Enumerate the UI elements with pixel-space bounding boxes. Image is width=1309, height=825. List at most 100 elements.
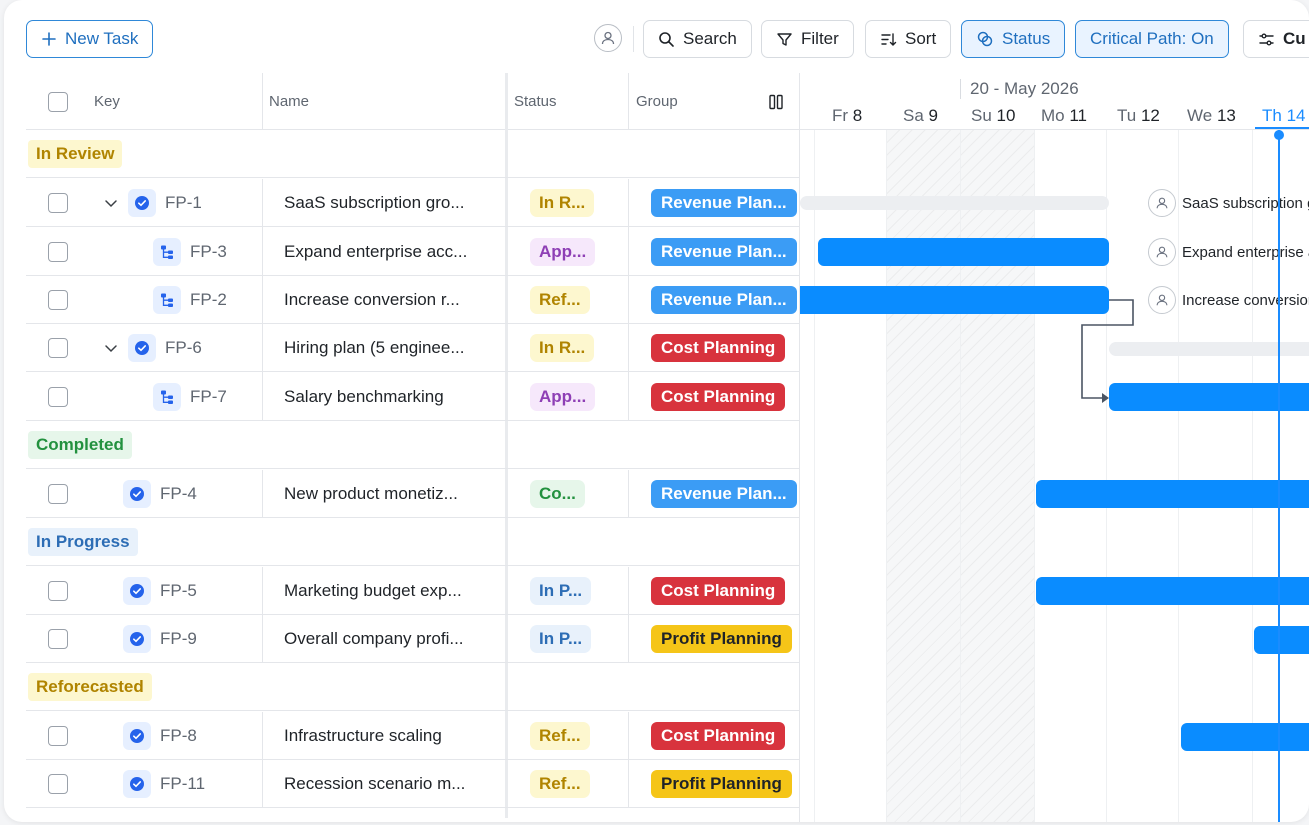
row-checkbox[interactable] — [48, 338, 68, 358]
group-badge[interactable]: Cost Planning — [651, 383, 786, 411]
column-header-group[interactable]: Group — [636, 73, 678, 130]
task-name[interactable]: Salary benchmarking — [284, 373, 444, 421]
task-key[interactable]: FP-1 — [165, 179, 202, 227]
status-toggle-label: Status — [1002, 29, 1051, 48]
row-checkbox[interactable] — [48, 242, 68, 262]
table-row[interactable]: FP-7 Salary benchmarking App... Cost Pla… — [26, 373, 799, 421]
group-badge[interactable]: Cost Planning — [651, 334, 786, 362]
new-task-button[interactable]: New Task — [26, 20, 154, 58]
table-row[interactable]: FP-4 New product monetiz... Co... Revenu… — [26, 470, 799, 518]
table-row[interactable]: FP-6 Hiring plan (5 enginee... In R... C… — [26, 324, 799, 372]
task-name[interactable]: Hiring plan (5 enginee... — [284, 324, 465, 372]
assignee-filter-avatar[interactable] — [594, 24, 622, 52]
task-key[interactable]: FP-11 — [160, 760, 205, 808]
group-cell: Cost Planning — [651, 567, 786, 615]
column-toggle-icon[interactable] — [769, 73, 783, 130]
group-cell: Profit Planning — [651, 760, 792, 808]
task-type-cell — [128, 179, 156, 227]
row-checkbox[interactable] — [48, 387, 68, 407]
task-key[interactable]: FP-3 — [190, 228, 227, 276]
status-badge[interactable]: App... — [530, 238, 596, 266]
search-button[interactable]: Search — [643, 20, 752, 58]
status-badge[interactable]: App... — [530, 383, 596, 411]
gantt-bar-fp-8[interactable] — [1181, 723, 1309, 751]
task-key[interactable]: FP-2 — [190, 276, 227, 324]
task-name[interactable]: Infrastructure scaling — [284, 712, 442, 760]
filter-button[interactable]: Filter — [761, 20, 854, 58]
dependency-arrow[interactable] — [800, 73, 1309, 822]
check-circle-icon — [123, 577, 151, 605]
group-badge[interactable]: Revenue Plan... — [651, 480, 797, 508]
chevron-down-icon[interactable] — [104, 324, 118, 372]
task-name[interactable]: SaaS subscription gro... — [284, 179, 464, 227]
column-header-status[interactable]: Status — [514, 73, 557, 130]
row-checkbox[interactable] — [48, 726, 68, 746]
group-row-in-progress[interactable]: In Progress — [26, 518, 799, 566]
group-badge[interactable]: Cost Planning — [651, 577, 786, 605]
task-name[interactable]: Marketing budget exp... — [284, 567, 462, 615]
customize-label: Cu — [1283, 29, 1306, 48]
table-row[interactable]: FP-1 SaaS subscription gro... In R... Re… — [26, 179, 799, 227]
gantt-bar-fp-4[interactable] — [1036, 480, 1309, 508]
critical-path-button[interactable]: Critical Path: On — [1075, 20, 1229, 58]
column-header-key[interactable]: Key — [94, 73, 120, 130]
table-row[interactable]: FP-5 Marketing budget exp... In P... Cos… — [26, 567, 799, 615]
status-toggle-button[interactable]: Status — [961, 20, 1066, 58]
table-row[interactable]: FP-11 Recession scenario m... Ref... Pro… — [26, 760, 799, 808]
status-badge[interactable]: Ref... — [530, 770, 590, 798]
status-badge[interactable]: Ref... — [530, 722, 590, 750]
task-key[interactable]: FP-8 — [160, 712, 197, 760]
task-key[interactable]: FP-7 — [190, 373, 227, 421]
status-badge[interactable]: In R... — [530, 334, 595, 362]
group-label-in-progress: In Progress — [28, 528, 138, 556]
group-badge[interactable]: Revenue Plan... — [651, 189, 797, 217]
search-label: Search — [683, 29, 737, 48]
status-badge[interactable]: Ref... — [530, 286, 590, 314]
table-row[interactable]: FP-2 Increase conversion r... Ref... Rev… — [26, 276, 799, 324]
task-name[interactable]: Recession scenario m... — [284, 760, 465, 808]
group-badge[interactable]: Revenue Plan... — [651, 286, 797, 314]
status-badge[interactable]: Co... — [530, 480, 585, 508]
check-circle-icon — [123, 770, 151, 798]
chevron-down-icon[interactable] — [104, 179, 118, 227]
task-name[interactable]: Overall company profi... — [284, 615, 464, 663]
row-checkbox[interactable] — [48, 484, 68, 504]
group-badge[interactable]: Profit Planning — [651, 625, 792, 653]
row-checkbox[interactable] — [48, 193, 68, 213]
gantt-timeline[interactable]: 20 - May 2026 Fr 8 Sa 9 Su 10 Mo 11 Tu 1… — [799, 73, 1309, 822]
select-all-checkbox[interactable] — [48, 91, 68, 112]
task-type-cell — [153, 276, 181, 324]
table-row[interactable]: FP-8 Infrastructure scaling Ref... Cost … — [26, 712, 799, 760]
gantt-bar-fp-5[interactable] — [1036, 577, 1309, 605]
row-checkbox[interactable] — [48, 629, 68, 649]
group-cell: Cost Planning — [651, 712, 786, 760]
row-checkbox-cell — [48, 179, 68, 227]
column-header-name[interactable]: Name — [269, 73, 309, 130]
group-badge[interactable]: Revenue Plan... — [651, 238, 797, 266]
task-key[interactable]: FP-5 — [160, 567, 197, 615]
task-key[interactable]: FP-9 — [160, 615, 197, 663]
row-checkbox-cell — [48, 567, 68, 615]
task-key[interactable]: FP-4 — [160, 470, 197, 518]
group-row-in-review[interactable]: In Review — [26, 130, 799, 178]
sort-button[interactable]: Sort — [865, 20, 952, 58]
row-checkbox[interactable] — [48, 290, 68, 310]
row-checkbox[interactable] — [48, 774, 68, 794]
task-name[interactable]: New product monetiz... — [284, 470, 458, 518]
task-key[interactable]: FP-6 — [165, 324, 202, 372]
gantt-bar-fp-9[interactable] — [1254, 626, 1309, 654]
group-badge[interactable]: Profit Planning — [651, 770, 792, 798]
group-row-completed[interactable]: Completed — [26, 421, 799, 469]
status-badge[interactable]: In R... — [530, 189, 595, 217]
status-badge[interactable]: In P... — [530, 577, 592, 605]
row-checkbox[interactable] — [48, 581, 68, 601]
table-row[interactable]: FP-9 Overall company profi... In P... Pr… — [26, 615, 799, 663]
task-name[interactable]: Expand enterprise acc... — [284, 228, 467, 276]
group-row-reforecasted[interactable]: Reforecasted — [26, 663, 799, 711]
table-row[interactable]: FP-3 Expand enterprise acc... App... Rev… — [26, 228, 799, 276]
status-badge[interactable]: In P... — [530, 625, 592, 653]
task-name[interactable]: Increase conversion r... — [284, 276, 460, 324]
row-checkbox-cell — [48, 373, 68, 421]
customize-button[interactable]: Cu — [1243, 20, 1309, 58]
group-badge[interactable]: Cost Planning — [651, 722, 786, 750]
